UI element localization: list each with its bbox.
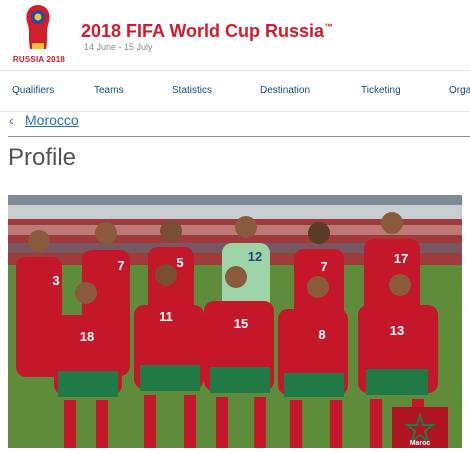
jersey-number: 11 — [159, 309, 173, 324]
nav-item-ticketing[interactable]: Ticketing — [361, 85, 401, 96]
nav-item-qualifiers[interactable]: Qualifiers — [12, 85, 54, 96]
main-nav: Qualifiers Teams Statistics Destination … — [0, 70, 470, 112]
jersey-number: 15 — [234, 316, 248, 331]
trademark-symbol: ™ — [324, 22, 334, 32]
jersey-number: 18 — [80, 329, 94, 344]
page-title: Profile — [8, 144, 77, 171]
jersey-number: 8 — [318, 327, 325, 342]
world-cup-logo[interactable]: RUSSIA 2018 — [4, 3, 72, 67]
logo-caption: RUSSIA 2018 — [12, 55, 66, 64]
tournament-dates: 14 June - 15 July — [84, 42, 153, 52]
team-photo-illustration: 3 7 5 12 7 17 18 11 15 8 13 Maroc — [8, 195, 462, 448]
site-title-text: 2018 FIFA World Cup Russia — [81, 21, 325, 41]
jersey-number: 3 — [52, 273, 59, 288]
jersey-number: 7 — [117, 258, 124, 273]
nav-item-statistics[interactable]: Statistics — [172, 85, 212, 96]
breadcrumb-link-morocco[interactable]: Morocco — [25, 112, 79, 128]
chevron-left-icon[interactable]: ‹ — [9, 112, 25, 128]
jersey-number: 5 — [176, 255, 183, 270]
flag-caption: Maroc — [410, 440, 431, 447]
jersey-number: 7 — [320, 259, 327, 274]
nav-item-organisation[interactable]: Orga — [449, 85, 470, 96]
nav-item-destination[interactable]: Destination — [260, 85, 310, 96]
site-title[interactable]: 2018 FIFA World Cup Russia™ — [81, 21, 333, 42]
breadcrumb: ‹ Morocco — [9, 112, 79, 128]
nav-item-teams[interactable]: Teams — [94, 85, 123, 96]
jersey-number: 17 — [394, 251, 408, 266]
site-header: RUSSIA 2018 2018 FIFA World Cup Russia™ … — [0, 0, 470, 70]
jersey-number: 13 — [390, 323, 404, 338]
team-photo: 3 7 5 12 7 17 18 11 15 8 13 Maroc — [8, 195, 462, 448]
divider — [8, 136, 470, 137]
jersey-number: 12 — [248, 249, 262, 264]
trophy-emblem-icon — [26, 5, 50, 49]
